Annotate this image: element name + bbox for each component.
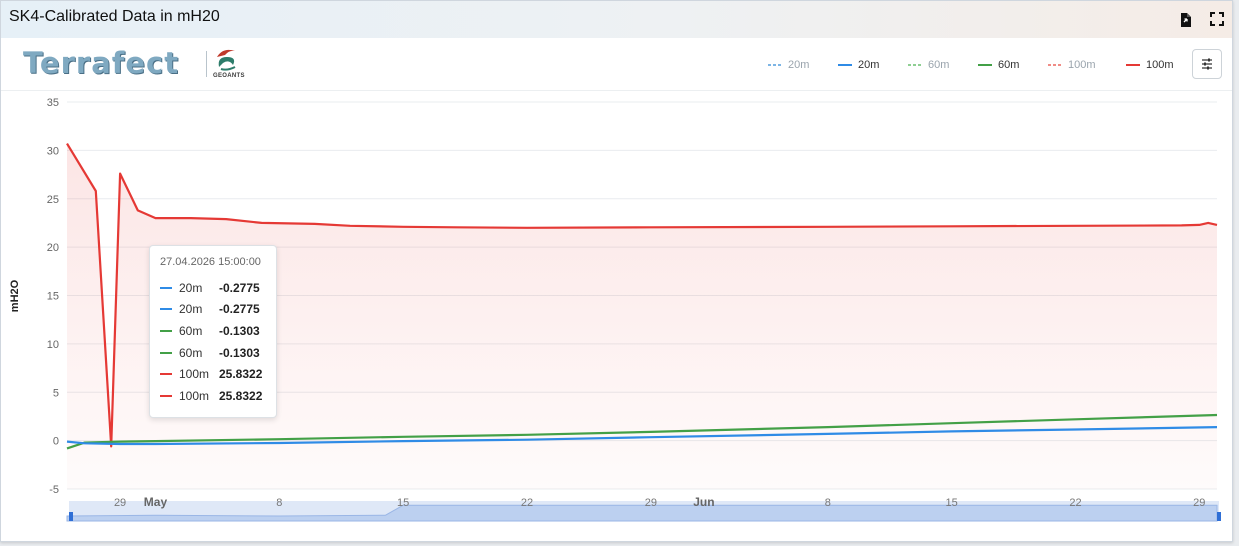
tooltip-date: 27.04.2026 15:00:00 <box>160 256 261 268</box>
tooltip-swatch <box>160 373 172 376</box>
tooltip-series-value: 25.8322 <box>219 367 263 382</box>
y-tick-label: 15 <box>47 291 59 303</box>
y-tick-label: 20 <box>47 242 59 254</box>
chart-tooltip: 27.04.2026 15:00:00 20m -0.2775 20m -0.2775… <box>149 245 277 418</box>
y-tick-label: 35 <box>47 97 59 109</box>
y-tick-label: -5 <box>49 484 59 496</box>
x-tick-label: May <box>144 495 168 509</box>
tooltip-row: 100m 25.8322 <box>160 385 266 407</box>
tooltip-series-name: 20m <box>179 280 203 295</box>
tooltip-swatch <box>160 329 172 332</box>
y-tick-label: 5 <box>53 387 59 399</box>
tooltip-row: 60m -0.1303 <box>160 342 266 364</box>
x-tick-label: 22 <box>521 497 533 509</box>
navigator-handle-left <box>69 512 73 521</box>
tooltip-swatch <box>160 394 172 397</box>
tooltip-row: 60m -0.1303 <box>160 320 266 342</box>
tooltip-swatch <box>160 286 172 289</box>
x-tick-label: Jun <box>693 495 714 509</box>
tooltip-series-value: -0.1303 <box>219 345 260 360</box>
x-tick-label: 29 <box>645 497 657 509</box>
tooltip-row: 20m -0.2775 <box>160 299 266 321</box>
x-tick-label: 15 <box>397 497 409 509</box>
tooltip-row: 100m 25.8322 <box>160 363 266 385</box>
x-tick-label: 15 <box>945 497 957 509</box>
tooltip-series-value: 25.8322 <box>219 388 263 403</box>
y-axis-label: mH2O <box>9 279 21 312</box>
tooltip-series-name: 20m <box>179 302 203 317</box>
y-tick-label: 10 <box>47 339 59 351</box>
tooltip-series-value: -0.1303 <box>219 323 260 338</box>
tooltip-series-value: -0.2775 <box>219 280 260 295</box>
x-tick-label: 8 <box>276 497 282 509</box>
tooltip-series-value: -0.2775 <box>219 302 260 317</box>
tooltip-row: 20m -0.2775 <box>160 277 266 299</box>
x-tick-label: 8 <box>825 497 831 509</box>
tooltip-series-name: 100m <box>179 367 210 382</box>
chart-card: SK4-Calibrated Data in mH20 Terrafect GE… <box>0 0 1233 542</box>
navigator-handle-right <box>1217 512 1221 521</box>
y-tick-label: 25 <box>47 194 59 206</box>
tooltip-swatch <box>160 351 172 354</box>
y-tick-label: 30 <box>47 145 59 157</box>
tooltip-series-name: 60m <box>179 323 203 338</box>
y-tick-label: 0 <box>53 436 59 448</box>
tooltip-swatch <box>160 308 172 311</box>
tooltip-series-name: 100m <box>179 388 210 403</box>
x-tick-label: 29 <box>114 497 126 509</box>
tooltip-series-name: 60m <box>179 345 203 360</box>
x-tick-label: 22 <box>1069 497 1081 509</box>
x-tick-label: 29 <box>1193 497 1205 509</box>
